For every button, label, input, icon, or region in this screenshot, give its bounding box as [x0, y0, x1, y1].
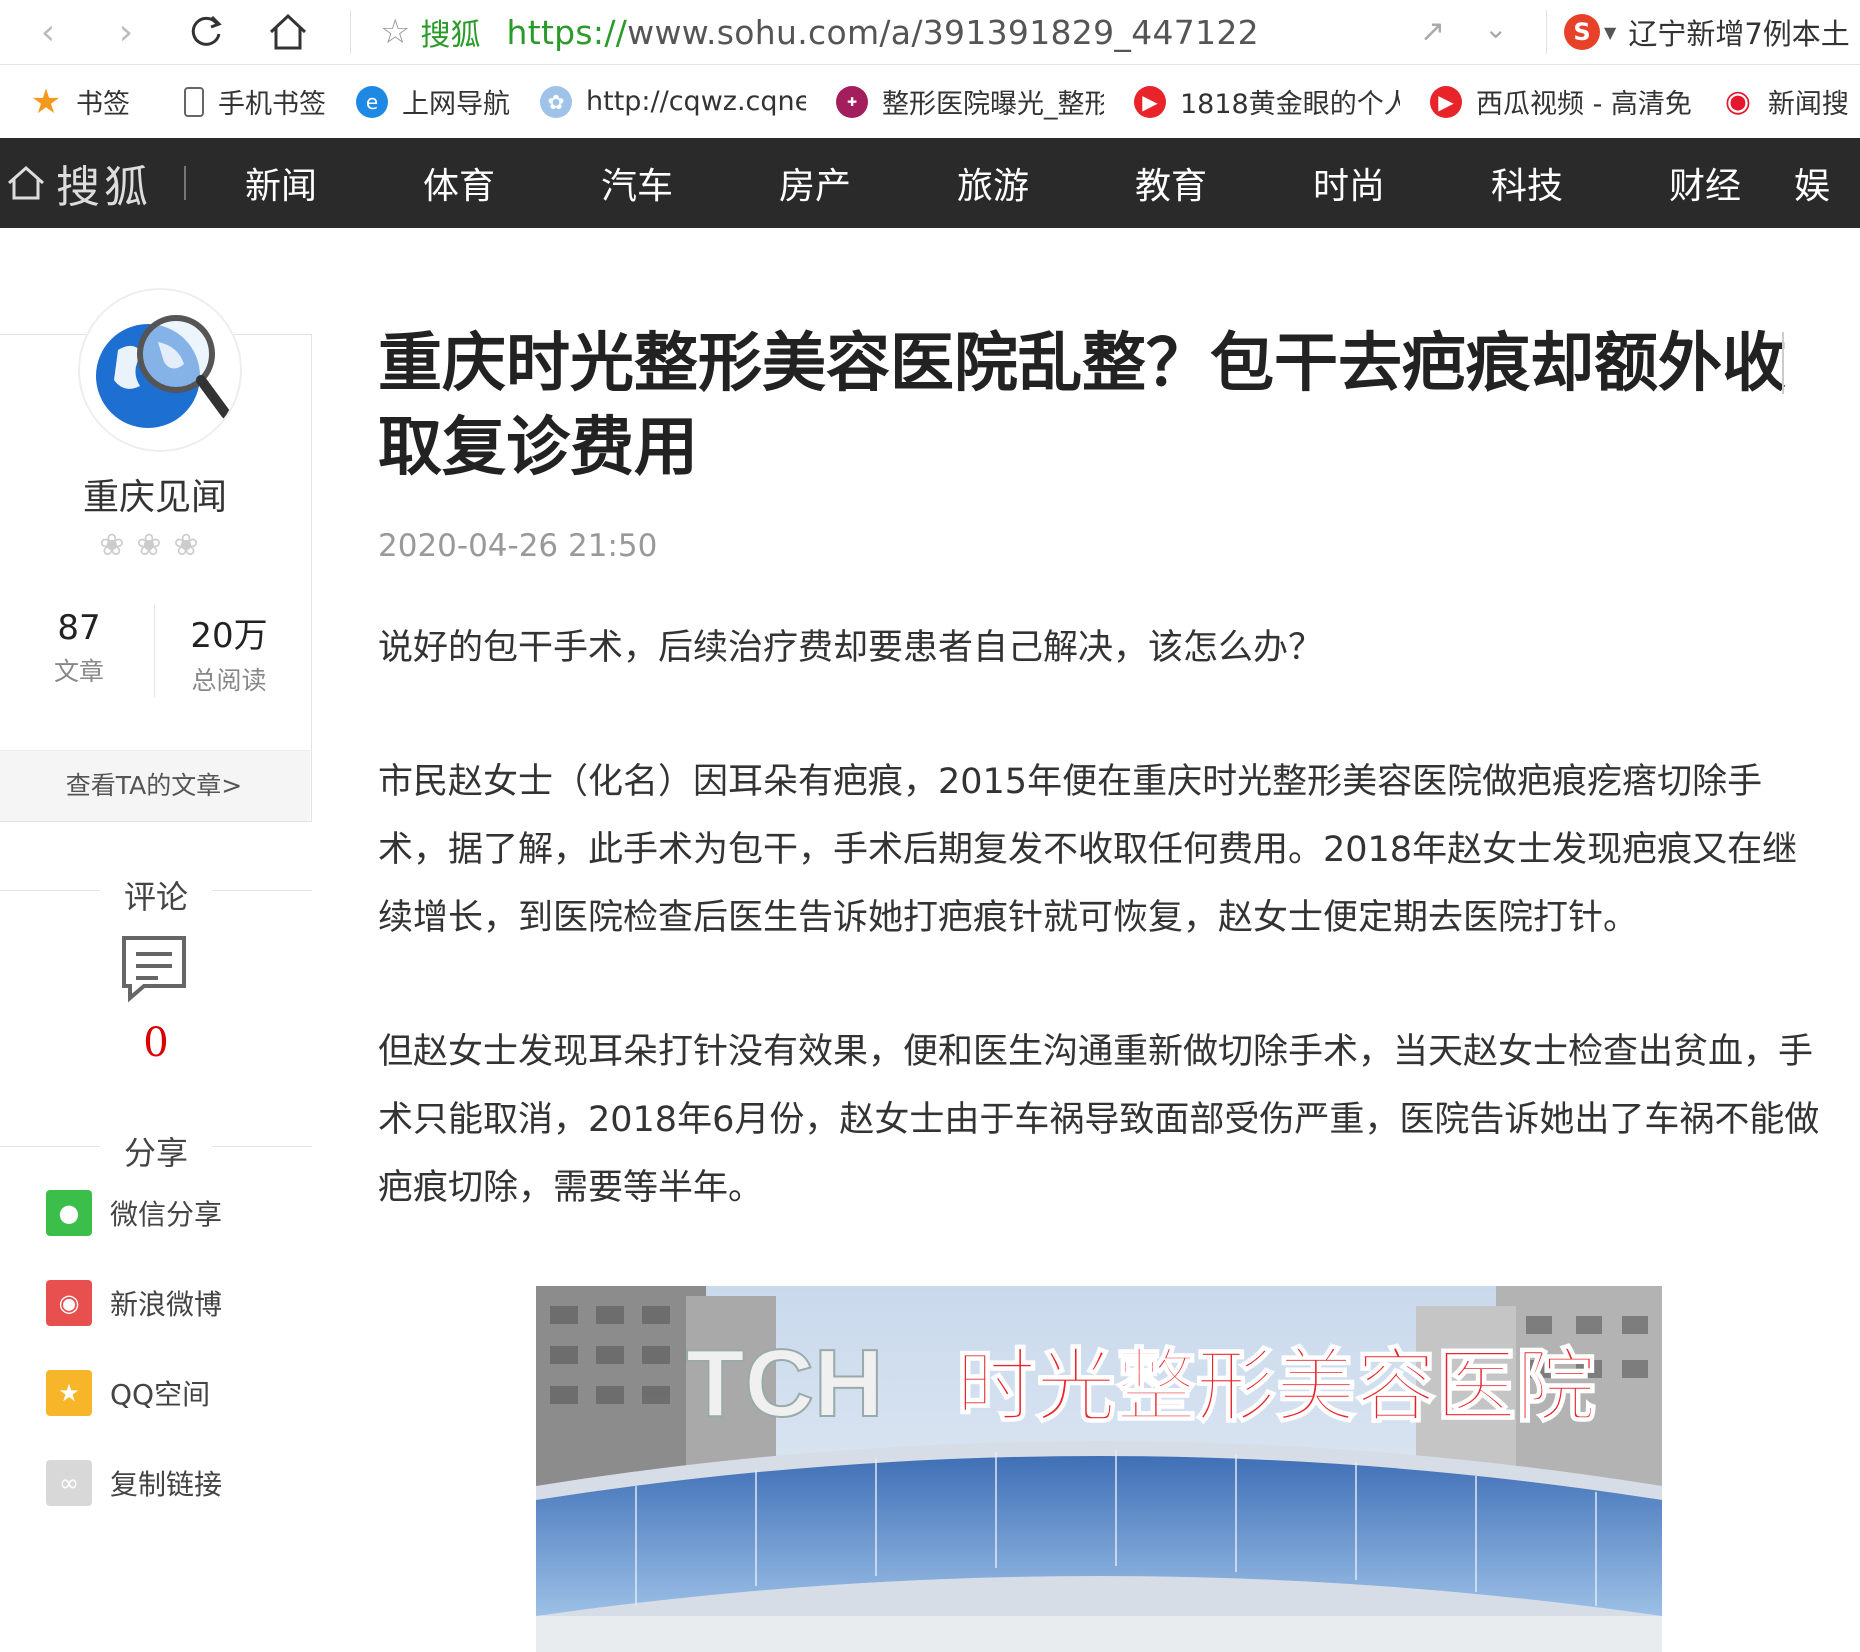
bookmark-item[interactable]: ✚ 整形医院曝光_整形 [836, 82, 1104, 121]
divider [350, 10, 351, 54]
article-paragraph: 市民赵女士（化名）因耳朵有疤痕，2015年便在重庆时光整形美容医院做疤痕疙瘩切除… [378, 762, 1798, 938]
search-engine-dropdown-icon[interactable]: ▼ [1604, 23, 1616, 42]
home-icon [8, 165, 44, 200]
search-box[interactable]: S ▼ 辽宁新增7例本土 [1548, 8, 1850, 56]
refresh-icon[interactable] [184, 10, 228, 54]
nav-house[interactable]: 房产 [726, 157, 904, 209]
bookmark-item[interactable]: 手机书签 [184, 82, 326, 121]
reads-label: 总阅读 [191, 666, 267, 695]
home-icon[interactable] [266, 10, 310, 54]
bookmark-star-icon[interactable]: ☆ [380, 12, 410, 52]
link-icon: ∞ [46, 1460, 92, 1506]
article-paragraph: 说好的包干手术，后续治疗费却要患者自己解决，该怎么办？ [378, 628, 1324, 668]
site-nav: 搜狐 新闻 体育 汽车 房产 旅游 教育 时尚 科技 财经 娱 [0, 138, 1860, 228]
wechat-icon: ● [46, 1190, 92, 1236]
view-author-articles-link[interactable]: 查看TA的文章> [0, 750, 310, 821]
author-avatar[interactable] [78, 288, 242, 452]
sogou-search-icon[interactable]: S [1564, 14, 1600, 50]
chevron-down-icon[interactable]: ⌄ [1484, 12, 1507, 45]
share-wechat-button[interactable]: ● 微信分享 [46, 1190, 222, 1236]
nav-sports[interactable]: 体育 [370, 157, 548, 209]
weibo-icon: ◉ [1721, 84, 1754, 119]
url-field[interactable]: ☆ 搜狐 https://www.sohu.com/a/391391829_44… [352, 8, 1259, 56]
qzone-star-icon: ★ [46, 1370, 92, 1416]
share-qzone-button[interactable]: ★ QQ空间 [46, 1370, 210, 1416]
back-icon[interactable]: ‹ [26, 10, 70, 54]
comments-title: 评论 [123, 878, 188, 916]
bookmark-item[interactable]: ◉ 新闻搜 [1721, 82, 1849, 121]
share-weibo-button[interactable]: ◉ 新浪微博 [46, 1280, 222, 1326]
bookmark-item[interactable]: e 上网导航 [356, 82, 510, 121]
reads-stat: 20万 总阅读 [154, 608, 304, 697]
text-caret [1782, 332, 1784, 394]
forward-icon[interactable]: › [104, 10, 148, 54]
site-name: 搜狐 [420, 18, 481, 53]
nav-finance[interactable]: 财经 [1616, 157, 1794, 209]
author-name[interactable]: 重庆见闻 [0, 468, 310, 520]
hospital-icon: ✚ [836, 85, 868, 118]
reads-count: 20万 [190, 616, 268, 656]
phone-icon [184, 86, 204, 117]
bookmarks-bar: ★书签 手机书签 e上网导航 ✿http://cqwz.cqnew ✚整形医院曝… [0, 65, 1860, 139]
nav-tech[interactable]: 科技 [1438, 157, 1616, 209]
comment-icon[interactable] [120, 934, 190, 1008]
divider [1546, 10, 1547, 54]
article-image: TCH 时光整形美容医院 [536, 1286, 1662, 1652]
hospital-building-image: TCH 时光整形美容医院 [536, 1286, 1662, 1652]
bookmark-item[interactable]: ▶ 1818黄金眼的个人 [1134, 82, 1400, 121]
weibo-icon: ◉ [46, 1280, 92, 1326]
nav-entertainment[interactable]: 娱 [1794, 157, 1854, 209]
svg-text:时光整形美容医院: 时光整形美容医院 [956, 1340, 1596, 1433]
bookmark-item[interactable]: ✿http://cqwz.cqnew [540, 85, 806, 118]
nav-fashion[interactable]: 时尚 [1260, 157, 1438, 209]
nav-auto[interactable]: 汽车 [548, 157, 726, 209]
nav-education[interactable]: 教育 [1082, 157, 1260, 209]
articles-label: 文章 [53, 657, 104, 686]
search-query[interactable]: 辽宁新增7例本土 [1628, 11, 1849, 53]
play-icon: ▶ [1134, 85, 1166, 118]
article-date: 2020-04-26 21:50 [378, 528, 658, 564]
url-text[interactable]: https://www.sohu.com/a/391391829_447122 [506, 13, 1259, 52]
bookmark-item[interactable]: ★ 书签 [30, 81, 130, 122]
address-bar: ‹ › ☆ 搜狐 https://www.sohu.com/a/39139182… [0, 0, 1860, 65]
share-page-icon[interactable]: ↗ [1420, 14, 1445, 49]
sohu-logo[interactable]: 搜狐 [0, 151, 192, 215]
author-level-badges: ❀❀❀ [99, 528, 211, 563]
ie-icon: e [356, 85, 388, 118]
globe-magnifier-icon [96, 315, 231, 428]
nav-travel[interactable]: 旅游 [904, 157, 1082, 209]
svg-text:TCH: TCH [686, 1330, 883, 1437]
play-icon: ▶ [1430, 85, 1462, 118]
article-title: 重庆时光整形美容医院乱整？包干去疤痕却额外收取复诊费用 [378, 327, 1786, 485]
articles-count: 87 [57, 608, 101, 648]
globe-icon: ✿ [540, 85, 572, 118]
article-paragraph: 但赵女士发现耳朵打针没有效果，便和医生沟通重新做切除手术，当天赵女士检查出贫血，… [378, 1032, 1820, 1208]
articles-stat: 87 文章 [4, 608, 154, 688]
copy-link-button[interactable]: ∞ 复制链接 [46, 1460, 222, 1506]
bookmark-item[interactable]: ▶ 西瓜视频 - 高清免 [1430, 82, 1692, 121]
comment-count[interactable]: 0 [0, 1020, 312, 1066]
nav-news[interactable]: 新闻 [192, 157, 370, 209]
star-icon: ★ [30, 81, 62, 122]
share-title: 分享 [123, 1134, 188, 1172]
